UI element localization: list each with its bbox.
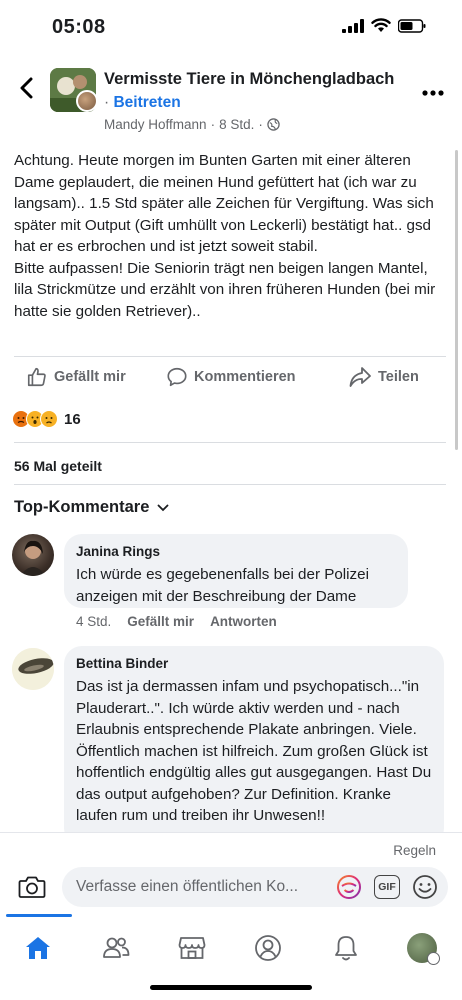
comment-sort-dropdown[interactable]: Top-Kommentare	[14, 498, 169, 517]
friends-icon	[103, 937, 130, 958]
sad-icon	[40, 410, 58, 428]
tab-marketplace[interactable]	[172, 930, 212, 966]
comment-meta: 4 Std. Gefällt mir Antworten	[76, 614, 277, 629]
tab-home[interactable]	[18, 930, 58, 966]
comment-input[interactable]: Verfasse einen öffentlichen Ko... GIF	[62, 867, 448, 907]
more-options-button[interactable]	[422, 76, 444, 102]
wifi-icon	[371, 18, 391, 32]
reaction-count: 16	[64, 410, 81, 428]
commenter-name[interactable]: Janina Rings	[76, 544, 396, 559]
share-arrow-icon	[349, 367, 371, 387]
globe-icon	[267, 118, 280, 131]
active-tab-indicator	[6, 914, 72, 917]
rules-link[interactable]: Regeln	[393, 843, 436, 858]
comment-like-button[interactable]: Gefällt mir	[127, 614, 194, 629]
post-time[interactable]: 8 Std.	[219, 117, 254, 132]
post-text: Achtung. Heute morgen im Bunten Garten m…	[14, 150, 444, 322]
share-button[interactable]: Teilen	[348, 366, 419, 388]
share-count[interactable]: 56 Mal geteilt	[14, 458, 102, 474]
camera-button[interactable]	[18, 875, 46, 904]
reactions-summary[interactable]: 16	[12, 410, 81, 428]
like-button[interactable]: Gefällt mir	[26, 366, 126, 388]
emoji-icon[interactable]	[412, 874, 438, 900]
comment-bubble-icon	[167, 367, 187, 387]
post-actions: Gefällt mir Kommentieren Teilen	[0, 360, 462, 396]
tab-menu[interactable]	[402, 930, 442, 966]
comment-input-placeholder: Verfasse einen öffentlichen Ko...	[76, 878, 299, 895]
comment-composer: Regeln Verfasse einen öffentlichen Ko...…	[0, 832, 462, 914]
commenter-avatar[interactable]	[12, 648, 54, 690]
status-bar: 05:08	[0, 0, 462, 52]
avatar-sticker-icon[interactable]	[336, 874, 362, 900]
battery-icon	[398, 18, 426, 33]
join-row: · Beitreten	[104, 94, 181, 112]
comment-text: Ich würde es gegebenenfalls bei der Poli…	[76, 566, 369, 605]
meta-separator: ·	[258, 117, 263, 132]
bottom-tab-bar	[0, 914, 462, 1000]
group-name[interactable]: Vermisste Tiere in Mönchengladbach	[104, 70, 394, 89]
divider	[14, 442, 446, 443]
commenter-avatar[interactable]	[12, 534, 54, 576]
back-arrow-icon	[20, 77, 33, 99]
post-header: Vermisste Tiere in Mönchengladbach · Bei…	[0, 62, 462, 140]
camera-icon	[18, 876, 46, 898]
comment-button[interactable]: Kommentieren	[166, 366, 296, 388]
status-time: 05:08	[52, 16, 106, 38]
thumbs-up-icon	[27, 367, 46, 387]
notifications-icon	[335, 936, 357, 961]
home-icon	[26, 937, 50, 959]
author-name[interactable]: Mandy Hoffmann	[104, 117, 207, 132]
tab-friends[interactable]	[96, 930, 136, 966]
comment-time[interactable]: 4 Std.	[76, 614, 111, 629]
menu-avatar	[407, 933, 440, 965]
profile-icon	[255, 935, 281, 961]
tab-notifications[interactable]	[326, 930, 366, 966]
comment-reply-button[interactable]: Antworten	[210, 614, 277, 629]
comment-label: Kommentieren	[194, 369, 296, 385]
meta-separator: ·	[210, 117, 216, 132]
divider	[14, 484, 446, 485]
gif-label: GIF	[378, 881, 396, 893]
chevron-down-icon	[157, 504, 169, 511]
post-text-content: Achtung. Heute morgen im Bunten Garten m…	[14, 152, 436, 320]
divider	[14, 356, 446, 357]
signal-icon	[342, 18, 364, 33]
scrollbar[interactable]	[455, 150, 458, 450]
commenter-name[interactable]: Bettina Binder	[76, 656, 432, 671]
join-button[interactable]: Beitreten	[113, 94, 180, 111]
author-avatar[interactable]	[76, 90, 98, 112]
post-meta: Mandy Hoffmann · 8 Std. ·	[104, 117, 280, 132]
home-indicator	[150, 985, 312, 990]
more-dots-icon	[422, 90, 444, 96]
share-label: Teilen	[378, 369, 419, 385]
join-separator: ·	[104, 94, 110, 111]
back-button[interactable]	[14, 74, 38, 102]
comment-bubble[interactable]: Janina Rings Ich würde es gegebenenfalls…	[64, 534, 408, 608]
tab-profile[interactable]	[248, 930, 288, 966]
comment-bubble[interactable]: Bettina Binder Das ist ja dermassen infa…	[64, 646, 444, 846]
comment-sort-label: Top-Kommentare	[14, 498, 150, 516]
status-icons	[342, 18, 426, 33]
gif-button[interactable]: GIF	[374, 875, 400, 899]
marketplace-icon	[178, 937, 206, 959]
composer-icons: GIF	[336, 874, 438, 900]
comment-text: Das ist ja dermassen infam und psychopat…	[76, 678, 432, 824]
like-label: Gefällt mir	[54, 369, 126, 385]
menu-badge	[427, 952, 440, 965]
